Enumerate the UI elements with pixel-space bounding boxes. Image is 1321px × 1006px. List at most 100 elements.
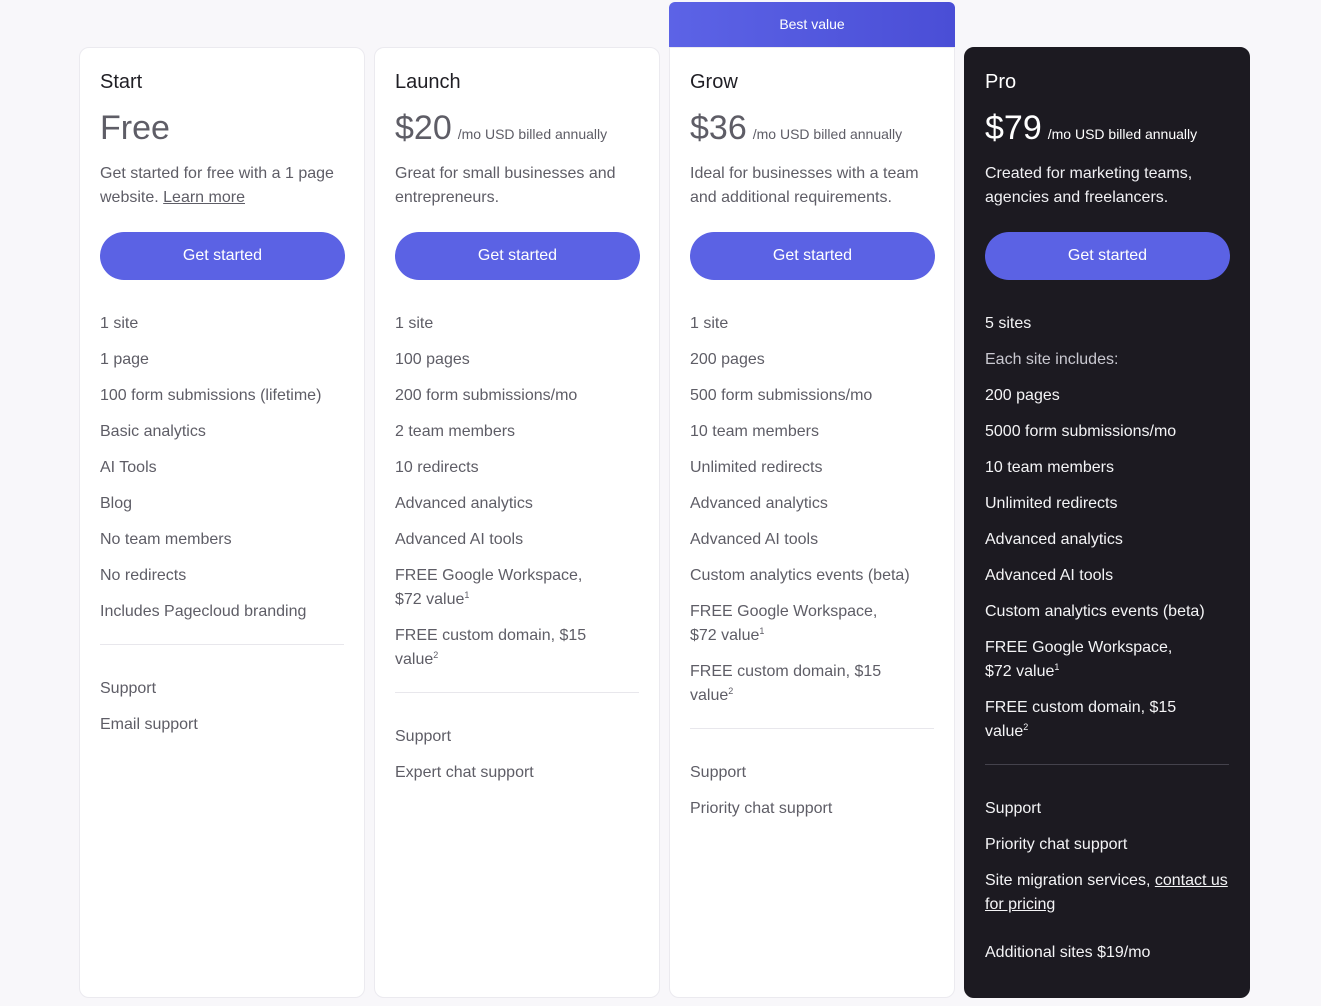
feature-list: 1 site 200 pages 500 form submissions/mo… <box>690 312 934 708</box>
plan-card-pro: Pro $79 /mo USD billed annually Created … <box>964 47 1250 998</box>
feature-item: Basic analytics <box>100 423 206 440</box>
support-item: Priority chat support <box>985 836 1128 853</box>
feature-item: 200 pages <box>690 351 765 368</box>
workspace-text: FREE Google Workspace, $72 value <box>985 639 1173 680</box>
footnote-marker: 2 <box>728 686 734 696</box>
billing-period: /mo USD billed annually <box>1047 126 1198 142</box>
additional-sites-note: Additional sites $19/mo <box>985 944 1151 961</box>
feature-item: 100 form submissions (lifetime) <box>100 387 322 404</box>
feature-item-workspace: FREE Google Workspace, $72 value1 <box>985 636 1185 684</box>
migration-text: Site migration services, <box>985 872 1151 889</box>
workspace-text: FREE Google Workspace, $72 value <box>395 567 583 608</box>
feature-item: 5 sites <box>985 315 1032 332</box>
feature-item: Includes Pagecloud branding <box>100 603 307 620</box>
plan-description: Created for marketing teams, agencies an… <box>985 165 1193 206</box>
footnote-marker: 1 <box>1054 662 1060 672</box>
feature-item: Custom analytics events (beta) <box>985 603 1205 620</box>
feature-list: 1 site 100 pages 200 form submissions/mo… <box>395 312 639 672</box>
footnote-marker: 2 <box>433 650 439 660</box>
get-started-button[interactable]: Get started <box>985 232 1230 280</box>
support-heading: Support <box>395 728 452 745</box>
feature-item: Advanced analytics <box>690 495 828 512</box>
divider <box>100 644 344 645</box>
feature-item: AI Tools <box>100 459 157 476</box>
feature-item: 10 team members <box>985 459 1114 476</box>
feature-item: 200 form submissions/mo <box>395 387 578 404</box>
support-heading: Support <box>690 764 747 781</box>
footnote-marker: 2 <box>1023 722 1029 732</box>
feature-item: Advanced analytics <box>985 531 1123 548</box>
divider <box>985 764 1229 765</box>
feature-list: 5 sites Each site includes: 200 pages 50… <box>985 312 1229 744</box>
get-started-button[interactable]: Get started <box>100 232 345 280</box>
migration-item: Site migration services, contact us for … <box>985 869 1229 917</box>
plan-description: Great for small businesses and entrepren… <box>395 165 616 206</box>
price-row: $20 /mo USD billed annually <box>395 108 639 148</box>
divider <box>395 692 639 693</box>
feature-item: 100 pages <box>395 351 470 368</box>
support-heading: Support <box>985 800 1042 817</box>
support-list: Support Priority chat support Site migra… <box>985 797 1229 917</box>
workspace-text: FREE Google Workspace, $72 value <box>690 603 878 644</box>
plan-price: Free <box>100 109 170 147</box>
domain-text: FREE custom domain, $15 value <box>395 627 587 668</box>
feature-item-domain: FREE custom domain, $15 value2 <box>395 624 595 672</box>
support-list: Support Priority chat support <box>690 761 934 821</box>
plan-description: Get started for free with a 1 page websi… <box>100 162 344 210</box>
feature-item: 1 page <box>100 351 149 368</box>
get-started-button[interactable]: Get started <box>395 232 640 280</box>
feature-item-workspace: FREE Google Workspace, $72 value1 <box>395 564 595 612</box>
feature-item: 1 site <box>395 315 434 332</box>
feature-item: 5000 form submissions/mo <box>985 423 1177 440</box>
plan-price: $20 <box>395 109 452 147</box>
feature-item: Blog <box>100 495 133 512</box>
plan-name: Pro <box>985 71 1017 93</box>
feature-item: 10 team members <box>690 423 819 440</box>
feature-subheading: Each site includes: <box>985 351 1119 368</box>
plan-card-launch: Launch $20 /mo USD billed annually Great… <box>374 47 660 998</box>
support-item: Expert chat support <box>395 764 534 781</box>
plan-name: Grow <box>690 71 738 93</box>
feature-item: No team members <box>100 531 232 548</box>
feature-item-domain: FREE custom domain, $15 value2 <box>690 660 890 708</box>
feature-item: 10 redirects <box>395 459 479 476</box>
feature-item: Advanced AI tools <box>985 567 1114 584</box>
plan-price: $79 <box>985 109 1042 147</box>
footnote-marker: 1 <box>759 626 765 636</box>
price-row: $36 /mo USD billed annually <box>690 108 934 148</box>
feature-item: Advanced analytics <box>395 495 533 512</box>
feature-item: 500 form submissions/mo <box>690 387 873 404</box>
feature-item: No redirects <box>100 567 187 584</box>
best-value-badge: Best value <box>669 2 955 47</box>
feature-item: Unlimited redirects <box>985 495 1118 512</box>
plan-name: Launch <box>395 71 461 93</box>
support-item: Priority chat support <box>690 800 833 817</box>
feature-item: 1 site <box>690 315 729 332</box>
billing-period: /mo USD billed annually <box>752 126 903 142</box>
learn-more-link[interactable]: Learn more <box>163 189 245 206</box>
feature-item-domain: FREE custom domain, $15 value2 <box>985 696 1185 744</box>
price-row: $79 /mo USD billed annually <box>985 108 1229 148</box>
plan-name: Start <box>100 71 143 93</box>
get-started-button[interactable]: Get started <box>690 232 935 280</box>
plan-price: $36 <box>690 109 747 147</box>
feature-item: Advanced AI tools <box>395 531 524 548</box>
support-list: Support Email support <box>100 677 344 737</box>
feature-item: 1 site <box>100 315 139 332</box>
support-list: Support Expert chat support <box>395 725 639 785</box>
billing-period: /mo USD billed annually <box>457 126 608 142</box>
feature-item-workspace: FREE Google Workspace, $72 value1 <box>690 600 890 648</box>
support-heading: Support <box>100 680 157 697</box>
feature-item: Unlimited redirects <box>690 459 823 476</box>
feature-list: 1 site 1 page 100 form submissions (life… <box>100 312 344 624</box>
feature-item: Custom analytics events (beta) <box>690 567 910 584</box>
plan-card-grow: Grow $36 /mo USD billed annually Ideal f… <box>669 47 955 998</box>
domain-text: FREE custom domain, $15 value <box>985 699 1177 740</box>
feature-item: 2 team members <box>395 423 516 440</box>
footnote-marker: 1 <box>464 590 470 600</box>
domain-text: FREE custom domain, $15 value <box>690 663 882 704</box>
feature-item: 200 pages <box>985 387 1060 404</box>
feature-item: Advanced AI tools <box>690 531 819 548</box>
support-item: Email support <box>100 716 198 733</box>
plan-card-start: Start Free Get started for free with a 1… <box>79 47 365 998</box>
